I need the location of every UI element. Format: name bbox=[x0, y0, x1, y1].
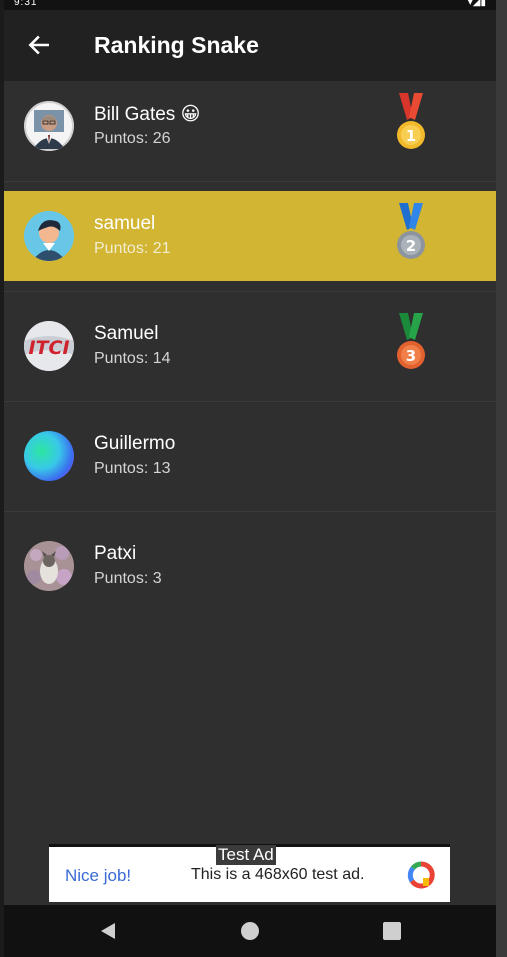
avatar: ITCI bbox=[24, 321, 74, 371]
navigation-bar bbox=[4, 905, 496, 957]
status-bar: 9:31 ▾◢▮ bbox=[4, 0, 496, 10]
cartoon-man-avatar bbox=[24, 211, 74, 261]
player-points: Puntos: 26 bbox=[94, 130, 171, 147]
recents-square-icon[interactable] bbox=[380, 919, 404, 943]
divider bbox=[4, 621, 496, 622]
app-bar: Ranking Snake bbox=[4, 10, 496, 81]
player-name: Samuel bbox=[94, 323, 159, 344]
divider bbox=[4, 181, 496, 182]
avatar bbox=[24, 211, 74, 261]
home-circle-icon[interactable] bbox=[238, 919, 262, 943]
player-name: Patxi bbox=[94, 543, 137, 564]
medal-number: 1 bbox=[406, 127, 416, 145]
player-points: Puntos: 3 bbox=[94, 570, 162, 587]
silver-medal-icon: 2 bbox=[397, 203, 425, 259]
logo-avatar: ITCI bbox=[24, 321, 74, 371]
bronze-medal-icon: 3 bbox=[397, 313, 425, 369]
medal-number: 3 bbox=[406, 347, 416, 365]
device-edge bbox=[496, 0, 507, 957]
medal-number: 2 bbox=[406, 237, 416, 255]
ad-logo-icon bbox=[407, 861, 435, 889]
gradient-avatar bbox=[24, 431, 74, 481]
player-points: Puntos: 13 bbox=[94, 460, 171, 477]
list-item[interactable]: ITCI Samuel Puntos: 14 3 bbox=[4, 292, 496, 392]
svg-text:ITCI: ITCI bbox=[28, 337, 69, 359]
list-item[interactable]: Bill Gates 😀 Puntos: 26 1 bbox=[4, 81, 496, 181]
player-points: Puntos: 21 bbox=[94, 240, 171, 257]
page-title: Ranking Snake bbox=[94, 32, 259, 58]
dog-photo-avatar bbox=[24, 541, 74, 591]
player-name: samuel bbox=[94, 213, 156, 234]
phone-screen: 9:31 ▾◢▮ Ranking Snake Bill Gates 😀 Punt… bbox=[4, 0, 496, 957]
player-name: Guillermo bbox=[94, 433, 176, 454]
list-item[interactable]: Guillermo Puntos: 13 bbox=[4, 402, 496, 502]
list-item[interactable]: Patxi Puntos: 3 bbox=[4, 512, 496, 612]
player-name: Bill Gates 😀 bbox=[94, 104, 201, 125]
bill-gates-photo bbox=[24, 101, 74, 151]
back-arrow-icon[interactable] bbox=[26, 32, 52, 58]
ad-text: This is a 468x60 test ad. bbox=[191, 866, 365, 883]
avatar bbox=[24, 541, 74, 591]
avatar bbox=[24, 101, 74, 151]
ad-cta[interactable]: Nice job! bbox=[65, 866, 131, 886]
list-item[interactable]: samuel Puntos: 21 2 bbox=[4, 191, 496, 281]
back-triangle-icon[interactable] bbox=[96, 919, 120, 943]
status-time: 9:31 bbox=[14, 0, 38, 8]
status-icons: ▾◢▮ bbox=[467, 0, 486, 8]
test-ad-label: Test Ad bbox=[216, 845, 276, 865]
gold-medal-icon: 1 bbox=[397, 93, 425, 149]
player-points: Puntos: 14 bbox=[94, 350, 171, 367]
